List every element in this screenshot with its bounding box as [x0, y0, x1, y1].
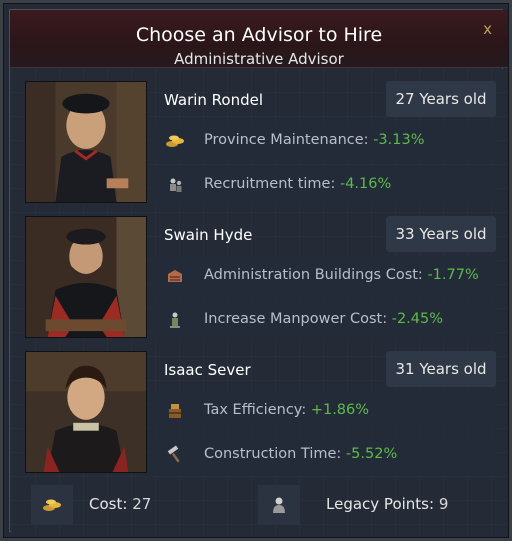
modifier-value: -1.77%: [427, 267, 479, 283]
manpower-icon: [170, 312, 180, 328]
advisor-modifier: Tax Efficiency: +1.86%: [151, 391, 496, 431]
modifier-text: Recruitment time: -4.16%: [204, 176, 391, 192]
advisor-modifier: Recruitment time: -4.16%: [151, 165, 496, 205]
legacy-value: 9: [438, 495, 449, 513]
dialog-title: Choose an Advisor to Hire: [135, 24, 383, 46]
close-button[interactable]: x: [483, 20, 492, 38]
advisor-modifier: Province Maintenance: -3.13%: [151, 121, 496, 161]
modifier-label: Tax Efficiency:: [204, 402, 307, 418]
building-icon: [168, 270, 182, 282]
advisor-modifier: Increase Manpower Cost: -2.45%: [151, 300, 496, 340]
advisor-portrait: [25, 81, 147, 203]
modifier-value: -5.52%: [345, 446, 398, 462]
cost-text: Cost: 27: [89, 495, 151, 513]
advisor-list: Warin Rondel 27 Years old Province Maint…: [11, 69, 507, 536]
hire-footer: Cost: 27 Legacy Points: 9: [11, 485, 507, 525]
advisor-card-swain-hyde[interactable]: Swain Hyde 33 Years old Administration B…: [11, 216, 507, 351]
advisor-modifier: Administration Buildings Cost: -1.77%: [151, 256, 496, 296]
coins-icon: [43, 499, 61, 511]
advisor-card-isaac-sever[interactable]: Isaac Sever 31 Years old Tax Efficiency:…: [11, 351, 507, 486]
advisor-age-badge: 27 Years old: [386, 81, 496, 117]
hammer-icon: [167, 445, 180, 463]
cost-label: Cost:: [89, 495, 128, 513]
dialog-header: Choose an Advisor to Hire Administrative…: [10, 10, 508, 68]
modifier-text: Administration Buildings Cost: -1.77%: [204, 267, 479, 283]
dialog-subtitle: Administrative Advisor: [174, 50, 344, 68]
cost-icon-box: [31, 485, 73, 525]
advisor-card-warin-rondel[interactable]: Warin Rondel 27 Years old Province Maint…: [11, 81, 507, 216]
coins-icon: [166, 135, 184, 147]
modifier-label: Province Maintenance:: [204, 132, 369, 148]
advisor-age-badge: 33 Years old: [386, 216, 496, 252]
modifier-text: Province Maintenance: -3.13%: [204, 132, 424, 148]
legacy-points-text: Legacy Points: 9: [326, 495, 448, 513]
advisor-name: Isaac Sever: [164, 361, 251, 379]
modifier-text: Tax Efficiency: +1.86%: [204, 402, 369, 418]
portrait-image: [26, 217, 146, 337]
modifier-label: Administration Buildings Cost:: [204, 267, 423, 283]
advisor-portrait: [25, 351, 147, 473]
advisor-dialog: Choose an Advisor to Hire Administrative…: [0, 0, 512, 541]
modifier-label: Increase Manpower Cost:: [204, 311, 388, 327]
modifier-label: Recruitment time:: [204, 176, 336, 192]
advisor-portrait: [25, 216, 147, 338]
modifier-label: Construction Time:: [204, 446, 342, 462]
modifier-text: Construction Time: -5.52%: [204, 446, 397, 462]
advisor-name: Warin Rondel: [164, 91, 264, 109]
tax-icon: [169, 404, 181, 418]
modifier-value: +1.86%: [310, 402, 370, 418]
modifier-value: -4.16%: [339, 176, 392, 192]
portrait-image: [26, 352, 146, 472]
advisor-modifier: Construction Time: -5.52%: [151, 435, 496, 475]
advisor-name: Swain Hyde: [164, 226, 253, 244]
advisor-age-badge: 31 Years old: [386, 351, 496, 387]
soldiers-icon: [170, 178, 182, 192]
modifier-text: Increase Manpower Cost: -2.45%: [204, 311, 443, 327]
portrait-image: [26, 82, 146, 202]
modifier-value: -3.13%: [373, 132, 425, 148]
legacy-label: Legacy Points:: [326, 495, 435, 513]
legacy-icon-box: [258, 485, 300, 525]
legacy-bust-icon: [273, 497, 285, 513]
modifier-value: -2.45%: [391, 311, 444, 327]
cost-value: 27: [132, 495, 152, 513]
